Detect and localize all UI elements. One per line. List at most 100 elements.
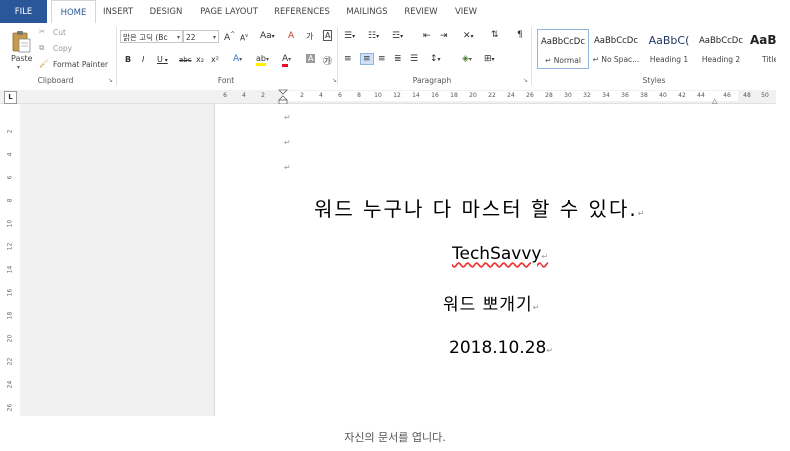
paragraph-mark: ↵ — [284, 113, 291, 122]
document-subtitle-text: 워드 뽀개기 — [443, 295, 533, 315]
character-shading-button[interactable]: A — [306, 54, 316, 63]
justify-button[interactable]: ≣ — [394, 54, 402, 64]
style-sample-text: AaBbCcDc — [593, 36, 639, 46]
line-spacing-button[interactable]: ↕▾ — [430, 54, 441, 64]
tab-references[interactable]: REFERENCES — [271, 0, 333, 23]
indent-marker-icon — [278, 89, 288, 105]
tab-selector-button[interactable]: L — [4, 91, 17, 104]
paste-button[interactable] — [10, 30, 32, 54]
align-right-button[interactable]: ≡ — [378, 54, 386, 64]
ruler-tick-label: 22 — [488, 92, 496, 99]
highlight-button[interactable]: ab▾ — [256, 54, 269, 66]
tab-view[interactable]: VIEW — [449, 0, 483, 23]
shading-button[interactable]: ◈▾ — [462, 54, 472, 64]
ruler-tick-label: 16 — [6, 288, 14, 297]
tab-file[interactable]: FILE — [0, 0, 47, 23]
tab-design[interactable]: DESIGN — [145, 0, 187, 23]
sort-button[interactable]: ⇅ — [491, 30, 499, 40]
document-title-line[interactable]: 워드 누구나 다 마스터 할 수 있다.↵ — [314, 193, 646, 222]
ruler-tick-label: 40 — [659, 92, 667, 99]
indent-marker-handle[interactable] — [278, 89, 288, 105]
show-formatting-button[interactable]: ¶ — [517, 30, 523, 40]
ruler-tick-label: 10 — [374, 92, 382, 99]
bullet-list-icon: ☰ — [344, 31, 353, 41]
style-sample-text: AaBbCcDc — [698, 36, 744, 46]
ruler-tick-label: 22 — [6, 357, 14, 366]
tab-insert[interactable]: INSERT — [99, 0, 137, 23]
character-border-button[interactable]: A — [323, 30, 333, 41]
copy-button[interactable]: ⧉ Copy — [39, 43, 79, 55]
document-brand-text: TechSavvy — [452, 244, 542, 264]
paragraph-mark: ↵ — [532, 303, 541, 312]
subscript-button[interactable]: x₂ — [196, 55, 204, 64]
ruler-tick-label: 6 — [223, 92, 227, 99]
clipboard-launcher-icon[interactable]: ↘ — [108, 77, 113, 84]
asian-layout-button[interactable]: ✕▾ — [463, 31, 474, 41]
increase-indent-button[interactable]: ⇥ — [440, 31, 448, 41]
font-color-button[interactable]: A▾ — [282, 54, 291, 67]
cut-button[interactable]: ✂ Cut — [39, 27, 71, 39]
paint-bucket-icon: ◈ — [462, 54, 469, 64]
style-name-label: ↵ Normal — [545, 56, 581, 65]
asian-layout-icon: ✕ — [463, 31, 471, 41]
paragraph-launcher-icon[interactable]: ↘ — [523, 77, 528, 84]
tab-review[interactable]: REVIEW — [401, 0, 441, 23]
underline-button[interactable]: U ▾ — [157, 55, 168, 64]
tab-page-layout[interactable]: PAGE LAYOUT — [196, 0, 262, 23]
strikethrough-button[interactable]: abc — [179, 56, 192, 64]
align-left-button[interactable]: ≡ — [344, 54, 352, 64]
multilevel-list-button[interactable]: ☲▾ — [392, 31, 403, 41]
style-name-label: Heading 1 — [649, 55, 689, 64]
decrease-indent-button[interactable]: ⇤ — [423, 31, 431, 41]
style-normal[interactable]: AaBbCcDc ↵ Normal — [537, 29, 589, 69]
enclose-characters-button[interactable]: ㉮ — [323, 54, 332, 67]
decrease-indent-icon: ⇤ — [423, 31, 431, 41]
text-effects-button[interactable]: A▾ — [233, 54, 242, 64]
ruler-tick-label: 48 — [743, 92, 751, 99]
align-center-button[interactable]: ≡ — [360, 53, 374, 65]
phonetic-guide-button[interactable]: 가 — [306, 31, 313, 42]
align-left-icon: ≡ — [344, 54, 352, 64]
ruler-tick-label: 24 — [507, 92, 515, 99]
format-painter-button[interactable]: 🖌 Format Painter — [39, 59, 111, 71]
ruler-tick-label: 32 — [583, 92, 591, 99]
borders-button[interactable]: ⊞▾ — [484, 54, 495, 64]
ruler-tick-label: 2 — [261, 92, 265, 99]
paragraph-mark: ↵ — [546, 346, 554, 355]
numbering-button[interactable]: ☷▾ — [368, 31, 379, 41]
document-brand-line[interactable]: TechSavvy↵ — [452, 244, 548, 264]
style-no-spacing[interactable]: AaBbCcDc ↵ No Spac... — [590, 29, 642, 69]
ruler-tick-label: 42 — [678, 92, 686, 99]
font-size-combo[interactable]: 22 ▾ — [183, 30, 219, 43]
change-case-button[interactable]: Aa▾ — [260, 31, 275, 41]
styles-group-label: Styles — [642, 76, 666, 85]
style-heading-2[interactable]: AaBbCcDc Heading 2 — [695, 29, 747, 69]
phonetic-guide-icon: 가 — [306, 32, 314, 41]
style-heading-1[interactable]: AaBbC( Heading 1 — [643, 29, 695, 69]
grow-font-button[interactable]: A^ — [224, 31, 235, 43]
document-date-line[interactable]: 2018.10.28↵ — [449, 338, 553, 358]
document-subtitle-line[interactable]: 워드 뽀개기↵ — [443, 290, 540, 315]
bullets-button[interactable]: ☰▾ — [344, 31, 355, 41]
tab-mailings[interactable]: MAILINGS — [342, 0, 392, 23]
superscript-button[interactable]: x² — [211, 55, 219, 64]
clear-formatting-button[interactable]: A — [288, 31, 294, 41]
shrink-font-button[interactable]: Av — [240, 33, 248, 43]
ruler-tick-label: 12 — [393, 92, 401, 99]
italic-button[interactable]: I — [142, 55, 144, 64]
ruler-tick-label: 38 — [640, 92, 648, 99]
font-family-combo[interactable]: 맑은 고딕 (Bc ▾ — [120, 30, 183, 43]
distributed-button[interactable]: ☰ — [410, 54, 418, 64]
bold-icon: B — [125, 55, 132, 64]
bold-button[interactable]: B — [125, 55, 131, 64]
tab-home[interactable]: HOME — [51, 0, 96, 25]
style-title[interactable]: AaBl Title — [748, 29, 776, 69]
eraser-icon: A — [288, 31, 295, 41]
change-case-icon: Aa — [260, 31, 272, 41]
clipboard-group-label: Clipboard — [37, 76, 74, 85]
ruler-tick-label: 44 — [697, 92, 705, 99]
subscript-icon: x₂ — [196, 55, 204, 64]
ruler-tick-label: 6 — [6, 175, 14, 180]
paste-dropdown-icon[interactable]: ▾ — [17, 64, 20, 71]
cut-label: Cut — [53, 28, 66, 37]
